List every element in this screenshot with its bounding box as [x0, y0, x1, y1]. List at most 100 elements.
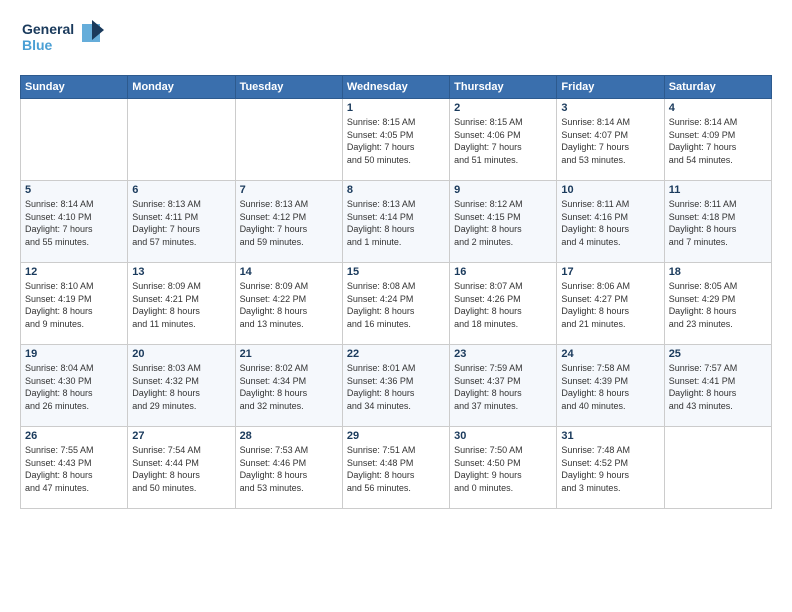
day-number: 18: [669, 266, 767, 278]
day-number: 6: [132, 184, 230, 196]
day-detail: Sunrise: 8:14 AM Sunset: 4:07 PM Dayligh…: [561, 116, 659, 166]
weekday-header: Wednesday: [342, 76, 449, 99]
calendar-cell: 10Sunrise: 8:11 AM Sunset: 4:16 PM Dayli…: [557, 181, 664, 263]
day-number: 31: [561, 430, 659, 442]
day-detail: Sunrise: 7:55 AM Sunset: 4:43 PM Dayligh…: [25, 444, 123, 494]
day-detail: Sunrise: 8:14 AM Sunset: 4:09 PM Dayligh…: [669, 116, 767, 166]
logo: General Blue: [20, 16, 110, 65]
calendar-cell: 2 Sunrise: 8:15 AM Sunset: 4:06 PM Daylig…: [450, 99, 557, 181]
day-number: 22: [347, 348, 445, 360]
calendar-cell: 3 Sunrise: 8:14 AM Sunset: 4:07 PM Daylig…: [557, 99, 664, 181]
weekday-header: Monday: [128, 76, 235, 99]
day-number: 1: [347, 102, 445, 114]
calendar-cell: 22 Sunrise: 8:01 AM Sunset: 4:36 PM Dayli…: [342, 345, 449, 427]
calendar-cell: 27Sunrise: 7:54 AM Sunset: 4:44 PM Dayli…: [128, 427, 235, 509]
day-detail: Sunrise: 8:15 AM Sunset: 4:06 PM Dayligh…: [454, 116, 552, 166]
calendar-cell: [128, 99, 235, 181]
day-detail: Sunrise: 7:51 AM Sunset: 4:48 PM Dayligh…: [347, 444, 445, 494]
logo-text: General Blue: [20, 16, 110, 65]
calendar-cell: 13 Sunrise: 8:09 AM Sunset: 4:21 PM Dayli…: [128, 263, 235, 345]
day-detail: Sunrise: 7:50 AM Sunset: 4:50 PM Dayligh…: [454, 444, 552, 494]
day-number: 20: [132, 348, 230, 360]
calendar-cell: 20 Sunrise: 8:03 AM Sunset: 4:32 PM Dayli…: [128, 345, 235, 427]
calendar-cell: 15 Sunrise: 8:08 AM Sunset: 4:24 PM Dayli…: [342, 263, 449, 345]
day-number: 7: [240, 184, 338, 196]
calendar-cell: [664, 427, 771, 509]
day-detail: Sunrise: 8:15 AM Sunset: 4:05 PM Dayligh…: [347, 116, 445, 166]
calendar: SundayMondayTuesdayWednesdayThursdayFrid…: [20, 75, 772, 509]
day-number: 5: [25, 184, 123, 196]
calendar-week-row: 1 Sunrise: 8:15 AM Sunset: 4:05 PM Daylig…: [21, 99, 772, 181]
weekday-header: Friday: [557, 76, 664, 99]
day-number: 25: [669, 348, 767, 360]
calendar-cell: 1 Sunrise: 8:15 AM Sunset: 4:05 PM Daylig…: [342, 99, 449, 181]
day-detail: Sunrise: 7:48 AM Sunset: 4:52 PM Dayligh…: [561, 444, 659, 494]
day-number: 14: [240, 266, 338, 278]
day-detail: Sunrise: 8:13 AM Sunset: 4:14 PM Dayligh…: [347, 198, 445, 248]
day-number: 2: [454, 102, 552, 114]
page: General Blue SundayMondayTuesdayWednesda…: [0, 0, 792, 612]
day-detail: Sunrise: 7:53 AM Sunset: 4:46 PM Dayligh…: [240, 444, 338, 494]
calendar-cell: 7 Sunrise: 8:13 AM Sunset: 4:12 PM Daylig…: [235, 181, 342, 263]
day-detail: Sunrise: 8:14 AM Sunset: 4:10 PM Dayligh…: [25, 198, 123, 248]
day-detail: Sunrise: 7:54 AM Sunset: 4:44 PM Dayligh…: [132, 444, 230, 494]
calendar-cell: 23Sunrise: 7:59 AM Sunset: 4:37 PM Dayli…: [450, 345, 557, 427]
calendar-cell: 18Sunrise: 8:05 AM Sunset: 4:29 PM Dayli…: [664, 263, 771, 345]
day-detail: Sunrise: 8:13 AM Sunset: 4:12 PM Dayligh…: [240, 198, 338, 248]
day-number: 23: [454, 348, 552, 360]
day-number: 26: [25, 430, 123, 442]
day-number: 15: [347, 266, 445, 278]
day-detail: Sunrise: 8:09 AM Sunset: 4:22 PM Dayligh…: [240, 280, 338, 330]
calendar-cell: 29 Sunrise: 7:51 AM Sunset: 4:48 PM Dayli…: [342, 427, 449, 509]
calendar-cell: 14 Sunrise: 8:09 AM Sunset: 4:22 PM Dayli…: [235, 263, 342, 345]
day-detail: Sunrise: 8:01 AM Sunset: 4:36 PM Dayligh…: [347, 362, 445, 412]
calendar-cell: 30 Sunrise: 7:50 AM Sunset: 4:50 PM Dayli…: [450, 427, 557, 509]
day-number: 13: [132, 266, 230, 278]
day-number: 3: [561, 102, 659, 114]
day-detail: Sunrise: 8:12 AM Sunset: 4:15 PM Dayligh…: [454, 198, 552, 248]
day-detail: Sunrise: 7:57 AM Sunset: 4:41 PM Dayligh…: [669, 362, 767, 412]
weekday-header: Saturday: [664, 76, 771, 99]
day-detail: Sunrise: 7:58 AM Sunset: 4:39 PM Dayligh…: [561, 362, 659, 412]
day-number: 9: [454, 184, 552, 196]
day-number: 21: [240, 348, 338, 360]
day-detail: Sunrise: 8:13 AM Sunset: 4:11 PM Dayligh…: [132, 198, 230, 248]
calendar-cell: 17 Sunrise: 8:06 AM Sunset: 4:27 PM Dayli…: [557, 263, 664, 345]
day-number: 12: [25, 266, 123, 278]
day-detail: Sunrise: 8:10 AM Sunset: 4:19 PM Dayligh…: [25, 280, 123, 330]
calendar-cell: 8Sunrise: 8:13 AM Sunset: 4:14 PM Daylig…: [342, 181, 449, 263]
day-number: 17: [561, 266, 659, 278]
calendar-cell: 25 Sunrise: 7:57 AM Sunset: 4:41 PM Dayli…: [664, 345, 771, 427]
weekday-header-row: SundayMondayTuesdayWednesdayThursdayFrid…: [21, 76, 772, 99]
day-number: 11: [669, 184, 767, 196]
calendar-week-row: 19 Sunrise: 8:04 AM Sunset: 4:30 PM Dayli…: [21, 345, 772, 427]
day-number: 10: [561, 184, 659, 196]
calendar-cell: [21, 99, 128, 181]
day-detail: Sunrise: 8:08 AM Sunset: 4:24 PM Dayligh…: [347, 280, 445, 330]
day-number: 4: [669, 102, 767, 114]
calendar-cell: 11Sunrise: 8:11 AM Sunset: 4:18 PM Dayli…: [664, 181, 771, 263]
day-detail: Sunrise: 8:04 AM Sunset: 4:30 PM Dayligh…: [25, 362, 123, 412]
calendar-cell: 6 Sunrise: 8:13 AM Sunset: 4:11 PM Daylig…: [128, 181, 235, 263]
calendar-cell: 24 Sunrise: 7:58 AM Sunset: 4:39 PM Dayli…: [557, 345, 664, 427]
calendar-week-row: 5 Sunrise: 8:14 AM Sunset: 4:10 PM Daylig…: [21, 181, 772, 263]
calendar-week-row: 26 Sunrise: 7:55 AM Sunset: 4:43 PM Dayli…: [21, 427, 772, 509]
day-detail: Sunrise: 8:06 AM Sunset: 4:27 PM Dayligh…: [561, 280, 659, 330]
calendar-cell: 16Sunrise: 8:07 AM Sunset: 4:26 PM Dayli…: [450, 263, 557, 345]
calendar-cell: 19 Sunrise: 8:04 AM Sunset: 4:30 PM Dayli…: [21, 345, 128, 427]
calendar-cell: 31 Sunrise: 7:48 AM Sunset: 4:52 PM Dayli…: [557, 427, 664, 509]
weekday-header: Sunday: [21, 76, 128, 99]
day-detail: Sunrise: 8:03 AM Sunset: 4:32 PM Dayligh…: [132, 362, 230, 412]
day-number: 29: [347, 430, 445, 442]
day-number: 28: [240, 430, 338, 442]
svg-text:Blue: Blue: [22, 37, 53, 53]
calendar-cell: 26 Sunrise: 7:55 AM Sunset: 4:43 PM Dayli…: [21, 427, 128, 509]
calendar-cell: [235, 99, 342, 181]
calendar-cell: 12 Sunrise: 8:10 AM Sunset: 4:19 PM Dayli…: [21, 263, 128, 345]
day-number: 30: [454, 430, 552, 442]
calendar-cell: 4 Sunrise: 8:14 AM Sunset: 4:09 PM Daylig…: [664, 99, 771, 181]
day-detail: Sunrise: 8:09 AM Sunset: 4:21 PM Dayligh…: [132, 280, 230, 330]
weekday-header: Tuesday: [235, 76, 342, 99]
day-number: 19: [25, 348, 123, 360]
day-number: 24: [561, 348, 659, 360]
